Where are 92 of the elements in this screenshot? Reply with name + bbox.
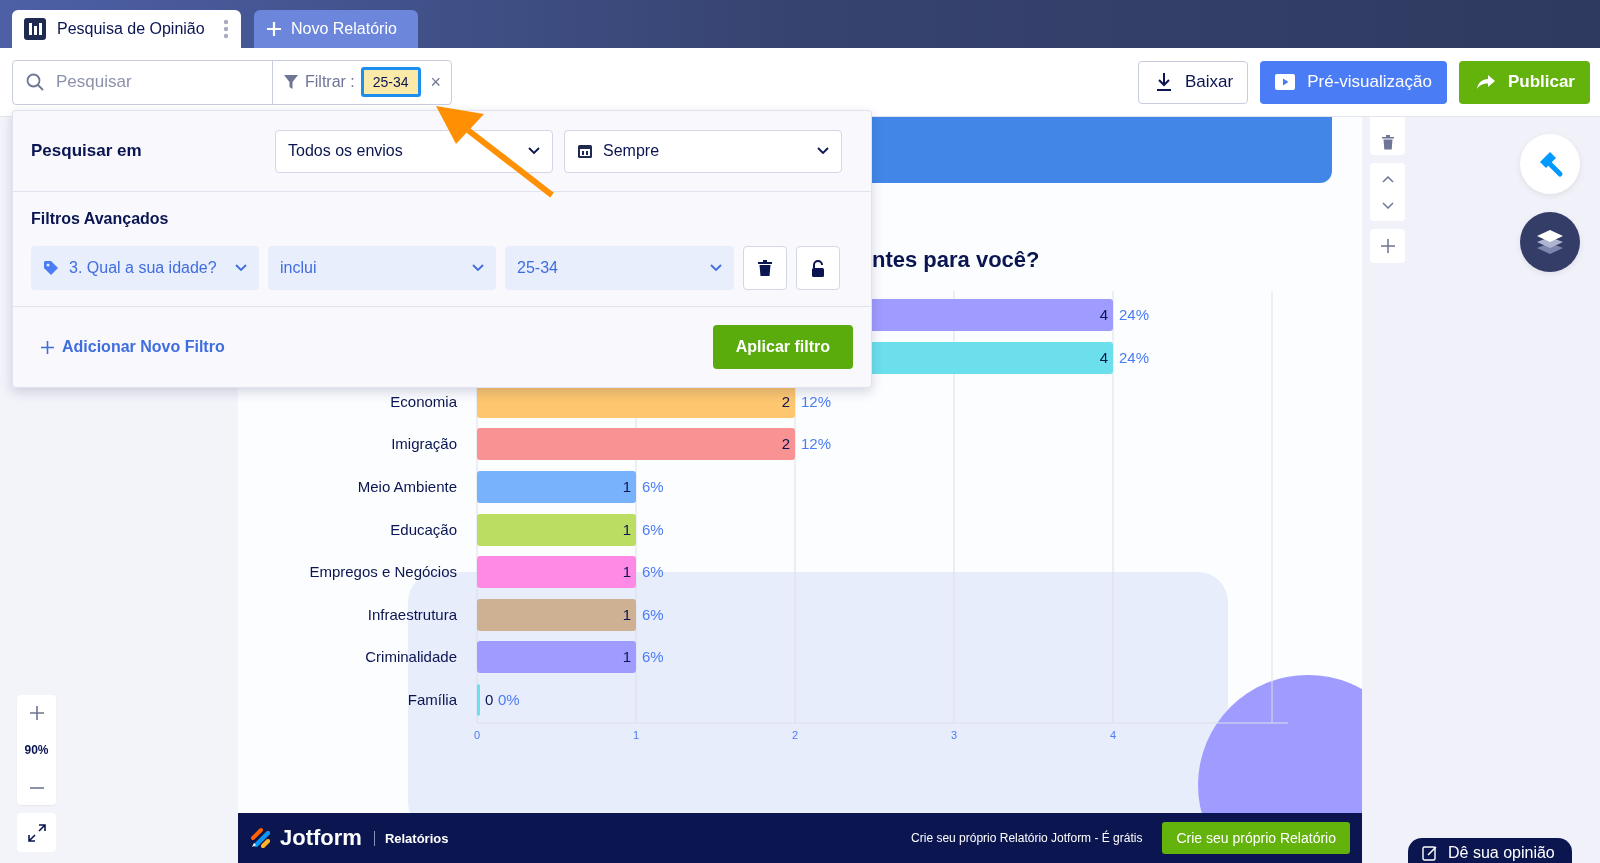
question-dropdown[interactable]: 3. Qual a sua idade? xyxy=(31,246,259,290)
category-label: Infraestrutura xyxy=(367,606,457,623)
filter-chip[interactable]: 25-34 xyxy=(360,67,421,97)
count-label: 2 xyxy=(781,393,790,410)
fullscreen-button[interactable] xyxy=(17,813,56,852)
zoom-level: 90% xyxy=(24,742,49,759)
category-label: Economia xyxy=(390,393,457,410)
category-label: Empregos e Negócios xyxy=(309,563,457,580)
bar-chart-icon xyxy=(24,18,46,40)
share-arrow-icon xyxy=(1475,74,1496,90)
filter-icon xyxy=(283,74,299,90)
operator-dropdown[interactable]: inclui xyxy=(268,246,496,290)
publish-button[interactable]: Publicar xyxy=(1458,60,1590,104)
play-icon xyxy=(1275,74,1296,90)
create-report-button[interactable]: Crie seu próprio Relatório xyxy=(1162,822,1350,854)
category-label: Meio Ambiente xyxy=(357,478,457,495)
count-label: 1 xyxy=(622,478,631,495)
axis-tick-label: 0 xyxy=(473,729,481,741)
percentage-label: 6% xyxy=(642,478,664,495)
chevron-up-icon xyxy=(1381,175,1394,183)
unlocked-padlock-icon xyxy=(811,259,825,277)
add-filter-link[interactable]: Adicionar Novo Filtro xyxy=(41,338,225,356)
plus-icon xyxy=(266,21,282,37)
chevron-down-icon xyxy=(817,147,829,155)
percentage-label: 12% xyxy=(801,393,832,410)
preview-button[interactable]: Pré-visualização xyxy=(1260,60,1447,104)
filter-label: Filtrar : xyxy=(305,73,355,91)
count-label: 1 xyxy=(622,648,631,665)
count-label: 1 xyxy=(622,606,631,623)
section-name: Relatórios xyxy=(373,830,449,846)
percentage-label: 6% xyxy=(642,648,664,665)
chart-title: ntes para você? xyxy=(872,246,1041,274)
feedback-button[interactable]: Dê sua opinião xyxy=(1408,838,1572,863)
category-label: Família xyxy=(407,691,457,708)
search-scope-label: Pesquisar em xyxy=(31,141,143,161)
clear-filter-button[interactable]: × xyxy=(430,71,442,93)
brand-name: Jotform xyxy=(280,825,362,851)
percentage-label: 6% xyxy=(642,521,664,538)
search-icon xyxy=(26,73,44,91)
category-label: Imigração xyxy=(391,435,457,452)
more-vertical-icon xyxy=(223,19,229,39)
chevron-down-icon xyxy=(710,264,722,272)
percentage-label: 6% xyxy=(642,563,664,580)
percentage-label: 24% xyxy=(1119,306,1150,323)
count-label: 2 xyxy=(781,435,790,452)
logo-icon xyxy=(250,827,272,849)
value-dropdown[interactable]: 25-34 xyxy=(505,246,734,290)
count-label: 4 xyxy=(1099,306,1108,323)
minus-icon xyxy=(29,786,44,789)
layers-button[interactable] xyxy=(1520,212,1580,272)
percentage-label: 12% xyxy=(801,435,832,452)
count-label: 0 xyxy=(485,691,494,708)
lock-button[interactable] xyxy=(796,246,840,290)
axis-tick-label: 1 xyxy=(632,729,640,741)
trash-icon xyxy=(758,260,772,276)
design-button[interactable] xyxy=(1520,134,1580,194)
tab[interactable]: Novo Relatório xyxy=(254,10,418,48)
percentage-label: 24% xyxy=(1119,349,1150,366)
tag-icon xyxy=(43,260,59,276)
search-field[interactable]: Pesquisar xyxy=(54,71,258,93)
chevron-down-icon xyxy=(472,264,484,272)
expand-arrows-icon xyxy=(27,823,46,842)
count-label: 1 xyxy=(622,521,631,538)
delete-button[interactable] xyxy=(743,246,787,290)
calendar-icon xyxy=(577,143,593,159)
percentage-label: 6% xyxy=(642,606,664,623)
category-label: Criminalidade xyxy=(365,648,457,665)
chevron-down-icon xyxy=(235,264,247,272)
plus-icon xyxy=(29,705,44,720)
bar xyxy=(477,684,480,716)
percentage-label: 0% xyxy=(498,691,520,708)
download-icon xyxy=(1155,72,1173,92)
count-label: 4 xyxy=(1099,349,1108,366)
axis-tick-label: 4 xyxy=(1109,729,1117,741)
chevron-down-icon xyxy=(528,147,540,155)
date-range-dropdown[interactable]: Sempre xyxy=(564,129,842,173)
section-heading: Filtros Avançados xyxy=(31,210,170,228)
plus-icon xyxy=(1380,239,1395,253)
submissions-dropdown[interactable]: Todos os envios xyxy=(275,129,553,173)
layers-icon xyxy=(1536,229,1564,255)
promo-text: Crie seu próprio Relatório Jotform - É grátis xyxy=(911,831,1143,845)
trash-icon xyxy=(1381,134,1394,150)
plus-icon xyxy=(41,340,54,354)
edit-note-icon xyxy=(1422,845,1438,861)
download-button[interactable]: Baixar xyxy=(1138,60,1249,104)
category-label: Educação xyxy=(390,521,457,538)
tab[interactable]: Pesquisa de Opinião xyxy=(12,10,241,48)
count-label: 1 xyxy=(622,563,631,580)
apply-filter-button[interactable]: Aplicar filtro xyxy=(712,325,853,369)
axis-tick-label: 3 xyxy=(950,729,958,741)
chevron-down-icon xyxy=(1381,201,1394,209)
axis-tick-label: 2 xyxy=(791,729,799,741)
